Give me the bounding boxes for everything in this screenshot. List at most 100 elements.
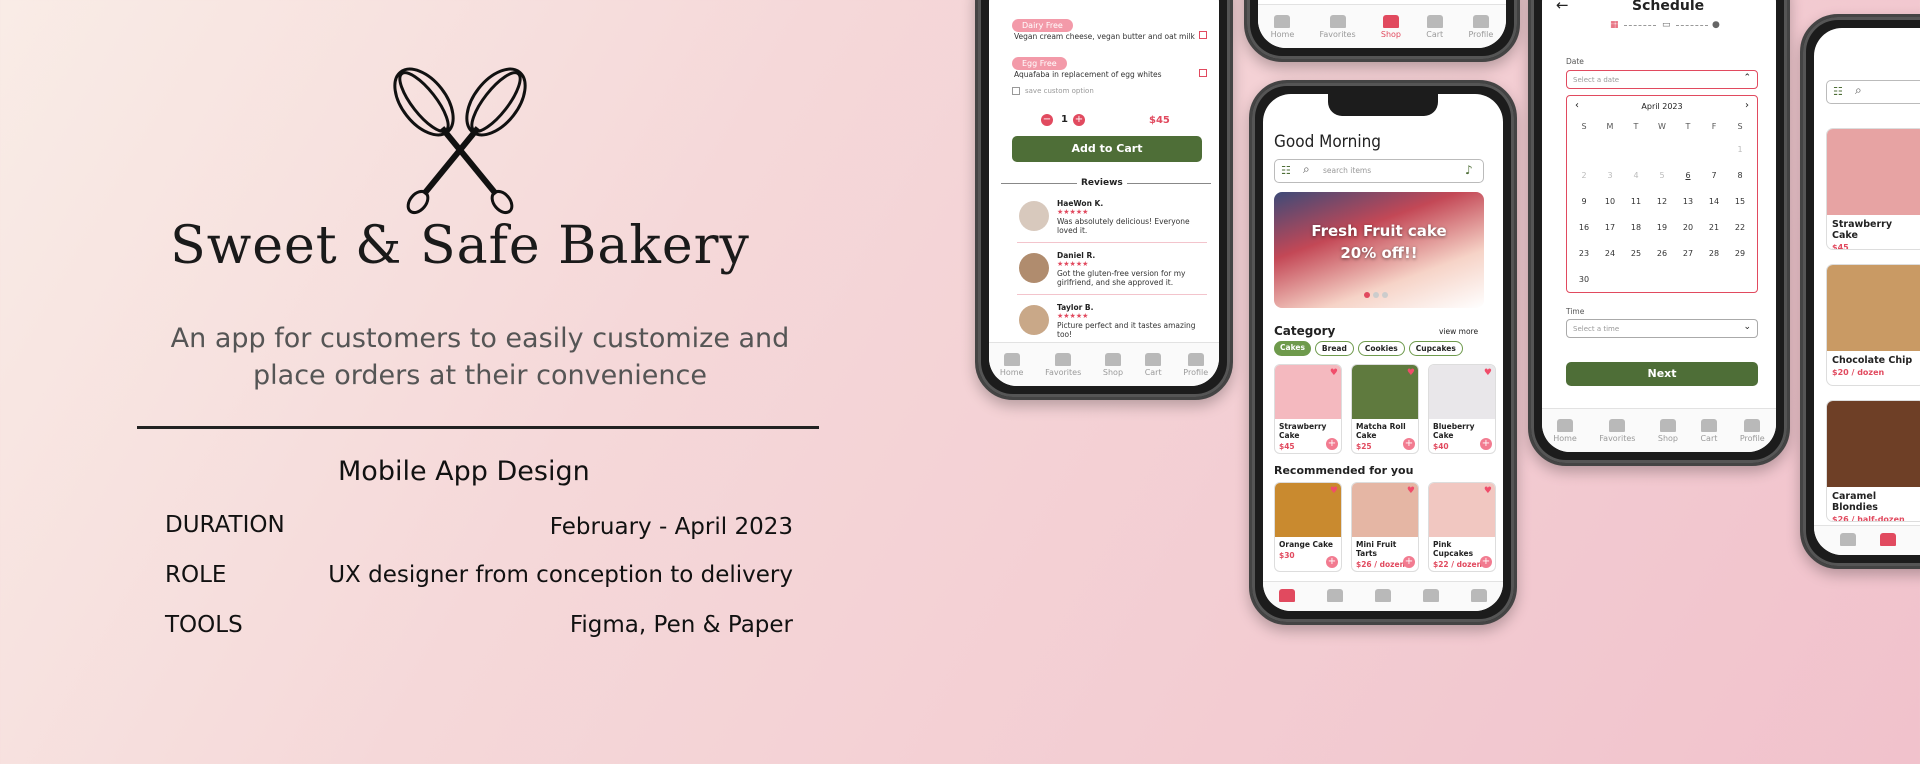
check-step-icon: ● xyxy=(1712,20,1720,30)
tab-favorites[interactable]: Favorites xyxy=(1045,352,1081,377)
tab-profile[interactable]: Profile xyxy=(1183,352,1208,377)
reviews-title: Reviews xyxy=(1077,178,1127,188)
product-card[interactable]: ♥ Pink Cupcakes $22 / dozen + xyxy=(1428,482,1496,572)
role-value: UX designer from conception to delivery xyxy=(328,562,793,588)
duration-value: February - April 2023 xyxy=(549,514,793,540)
tab-bar xyxy=(1263,581,1503,611)
quantity-value: 1 xyxy=(1061,114,1068,125)
tab-favorites[interactable] xyxy=(1327,589,1343,604)
review-item: Taylor B. ★★★★★ Picture perfect and it t… xyxy=(1017,303,1207,347)
chip-bread[interactable]: Bread xyxy=(1314,341,1354,356)
search-icon: ⌕ xyxy=(1303,162,1310,176)
time-select[interactable]: Select a time ⌄ xyxy=(1566,319,1758,338)
duration-label: DURATION xyxy=(165,512,285,538)
cart-icon xyxy=(1426,14,1443,28)
project-subtitle: Mobile App Design xyxy=(338,456,590,487)
product-card[interactable]: ♥ Mini Fruit Tarts $26 / dozen + xyxy=(1351,482,1419,572)
tab-cart[interactable]: Cart xyxy=(1700,418,1717,443)
back-arrow-icon[interactable]: ← xyxy=(1556,0,1569,14)
heart-icon xyxy=(1327,589,1343,602)
add-icon: + xyxy=(1326,438,1338,450)
chip-cakes[interactable]: Cakes xyxy=(1274,341,1311,356)
tab-cart[interactable]: Cart xyxy=(1145,352,1162,377)
tab-bar: Home Favorites Shop Cart Profile xyxy=(989,342,1219,386)
greeting: Good Morning xyxy=(1274,132,1382,152)
date-select[interactable]: Select a date ⌃ xyxy=(1566,70,1758,89)
product-card[interactable]: ♥ Orange Cake $30 + xyxy=(1274,482,1342,572)
add-icon: + xyxy=(1403,556,1415,568)
calendar-step-icon: ▦ xyxy=(1610,20,1619,30)
shop-icon xyxy=(1659,418,1676,432)
tools-label: TOOLS xyxy=(165,612,243,638)
tab-home[interactable] xyxy=(1279,589,1295,604)
next-month-icon[interactable]: › xyxy=(1745,100,1749,111)
next-button[interactable]: Next xyxy=(1566,362,1758,386)
tab-shop[interactable]: Shop xyxy=(1381,14,1401,39)
home-icon xyxy=(1279,589,1295,602)
review-item: HaeWon K. ★★★★★ Was absolutely delicious… xyxy=(1017,199,1207,243)
product-card[interactable]: ♥ Strawberry Cake $45 + xyxy=(1274,364,1342,454)
time-label: Time xyxy=(1566,307,1585,316)
whisk-logo-icon xyxy=(393,67,527,215)
dairy-free-chip: Dairy Free xyxy=(1012,19,1073,32)
role-label: ROLE xyxy=(165,562,227,588)
chip-cupcakes[interactable]: Cupcakes xyxy=(1408,341,1463,356)
star-rating-icon: ★★★★★ xyxy=(1057,260,1089,268)
product-card[interactable]: ♥ Blueberry Cake $40 + xyxy=(1428,364,1496,454)
product-card[interactable]: Chocolate Chip $20 / dozen xyxy=(1826,264,1920,386)
avatar xyxy=(1019,201,1049,231)
tab-home[interactable] xyxy=(1840,533,1856,548)
tab-home[interactable]: Home xyxy=(1553,418,1577,443)
product-card[interactable]: Caramel Blondies $26 / half-dozen xyxy=(1826,400,1920,522)
tab-bar xyxy=(1814,525,1920,555)
cart-icon xyxy=(1423,589,1439,602)
view-more-link[interactable]: view more xyxy=(1439,327,1478,336)
home-icon xyxy=(1003,352,1020,366)
tab-profile[interactable] xyxy=(1471,589,1487,604)
profile-icon xyxy=(1471,589,1487,602)
tab-home[interactable]: Home xyxy=(1000,352,1023,377)
increase-button[interactable]: + xyxy=(1073,114,1085,126)
product-card[interactable]: ♥ Matcha Roll Cake $25 + xyxy=(1351,364,1419,454)
phone-shop-top: Home Favorites Shop Cart Profile xyxy=(1244,0,1520,62)
heart-icon xyxy=(1609,418,1626,432)
search-input[interactable]: ☷ ⌕ xyxy=(1826,80,1920,104)
tab-shop[interactable]: Shop xyxy=(1658,418,1678,443)
heart-icon xyxy=(1880,533,1896,546)
product-card[interactable]: Strawberry Cake $45 xyxy=(1826,128,1920,250)
egg-free-chip: Egg Free xyxy=(1012,57,1067,70)
star-rating-icon: ★★★★★ xyxy=(1057,312,1089,320)
tab-bar: Home Favorites Shop Cart Profile xyxy=(1542,408,1776,452)
tab-profile[interactable]: Profile xyxy=(1468,14,1493,39)
tab-profile[interactable]: Profile xyxy=(1740,418,1765,443)
phone-schedule: ← Schedule ▦ ▭ ● Date Select a date ⌃ ‹ … xyxy=(1528,0,1790,466)
phone-home: Good Morning ☷ ⌕ search items ♪ Fresh Fr… xyxy=(1249,80,1517,625)
filter-icon: ☷ xyxy=(1281,164,1291,177)
carousel-dots[interactable] xyxy=(1364,292,1388,298)
option1-text: Vegan cream cheese, vegan butter and oat… xyxy=(1014,32,1195,41)
promo-banner[interactable]: Fresh Fruit cake 20% off!! xyxy=(1274,192,1484,308)
schedule-title: Schedule xyxy=(1632,0,1705,14)
decrease-button[interactable]: − xyxy=(1041,114,1053,126)
tab-home[interactable]: Home xyxy=(1271,14,1294,39)
chip-cookies[interactable]: Cookies xyxy=(1357,341,1405,356)
option1-checkbox[interactable] xyxy=(1199,31,1207,39)
add-to-cart-button[interactable]: Add to Cart xyxy=(1012,136,1202,162)
tab-shop[interactable]: Shop xyxy=(1103,352,1123,377)
search-input[interactable]: ☷ ⌕ search items ♪ xyxy=(1274,159,1484,183)
filter-icon: ☷ xyxy=(1833,85,1843,98)
home-icon xyxy=(1274,14,1291,28)
tab-favorites[interactable] xyxy=(1880,533,1896,548)
save-option-label: save custom option xyxy=(1025,87,1094,95)
avatar xyxy=(1019,305,1049,335)
heart-icon: ♥ xyxy=(1483,486,1492,496)
search-icon: ⌕ xyxy=(1855,83,1862,97)
option2-checkbox[interactable] xyxy=(1199,69,1207,77)
tab-favorites[interactable]: Favorites xyxy=(1320,14,1356,39)
tab-cart[interactable] xyxy=(1423,589,1439,604)
tab-cart[interactable]: Cart xyxy=(1426,14,1443,39)
tab-shop[interactable] xyxy=(1375,589,1391,604)
tab-favorites[interactable]: Favorites xyxy=(1599,418,1635,443)
save-option-checkbox[interactable] xyxy=(1012,87,1020,95)
calendar-grid[interactable]: SMTWTFS 1 2345678 9 10 11 12 13 14 15 16 17 18 19… xyxy=(1571,116,1753,292)
